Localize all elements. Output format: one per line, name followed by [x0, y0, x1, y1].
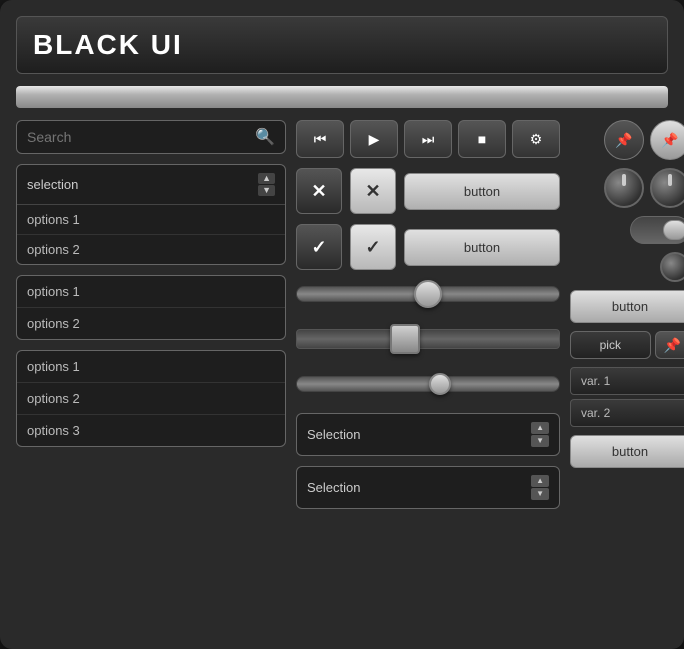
pick-pin-icon: 📌 — [664, 337, 681, 354]
slider-3[interactable] — [296, 376, 560, 392]
list-box-1: options 1 options 2 — [16, 275, 286, 340]
selection-1-text: Selection — [307, 427, 360, 442]
list-item[interactable]: options 1 — [17, 276, 285, 308]
left-column: 🔍 selection ▲ ▼ options 1 options 2 opti… — [16, 120, 286, 509]
slider-2-container — [296, 323, 560, 360]
toggle-row — [570, 216, 684, 244]
list-item[interactable]: options 1 — [17, 351, 285, 383]
search-container: 🔍 — [16, 120, 286, 154]
knob-1[interactable] — [604, 168, 644, 208]
main-content: 🔍 selection ▲ ▼ options 1 options 2 opti… — [16, 120, 668, 509]
search-input[interactable] — [27, 129, 249, 145]
middle-column: ⏮ ▶ ⏭ ■ ⚙ ✕ — [296, 120, 560, 509]
button-row-2: ✓ ✓ button — [296, 224, 560, 270]
sel-arrow-down-2[interactable]: ▼ — [531, 488, 549, 500]
title-bar: BLACK UI — [16, 16, 668, 74]
dropdown-selected: selection — [27, 177, 78, 192]
slider-1[interactable] — [296, 286, 560, 302]
x-light-icon: ✕ — [365, 181, 380, 202]
check-dark-button[interactable]: ✓ — [296, 224, 342, 270]
list-box-2: options 1 options 2 options 3 — [16, 350, 286, 447]
stop-icon: ■ — [478, 131, 486, 147]
sel-arrows-2: ▲ ▼ — [531, 475, 549, 500]
app-title: BLACK UI — [33, 29, 183, 60]
slider-1-container — [296, 280, 560, 313]
gear-icon: ⚙ — [530, 131, 543, 148]
rewind-button[interactable]: ⏮ — [296, 120, 344, 158]
var-item-1[interactable]: var. 1 — [570, 367, 684, 395]
action-button-2[interactable]: button — [404, 229, 560, 266]
list-item[interactable]: options 3 — [17, 415, 285, 446]
settings-button[interactable]: ⚙ — [512, 120, 560, 158]
sel-arrow-up-1[interactable]: ▲ — [531, 422, 549, 434]
pin-button-dark[interactable]: 📌 — [604, 120, 644, 160]
fastforward-icon: ⏭ — [422, 131, 435, 148]
list-item[interactable]: options 2 — [17, 383, 285, 415]
pin-row: 📌 📌 — [570, 120, 684, 160]
pin-light-icon: 📌 — [661, 132, 678, 149]
selection-dropdown-2[interactable]: Selection ▲ ▼ — [296, 466, 560, 509]
fastforward-button[interactable]: ⏭ — [404, 120, 452, 158]
small-knob-row — [570, 252, 684, 282]
toggle-1-knob — [663, 220, 684, 240]
list-item[interactable]: options 1 — [17, 205, 285, 235]
check-dark-icon: ✓ — [311, 237, 326, 258]
dropdown-arrow-down[interactable]: ▼ — [258, 185, 275, 196]
dropdown-arrows: ▲ ▼ — [258, 173, 275, 196]
check-light-button[interactable]: ✓ — [350, 224, 396, 270]
toggle-1[interactable] — [630, 216, 684, 244]
var-section: var. 1 var. 2 — [570, 367, 684, 427]
play-icon: ▶ — [369, 131, 380, 148]
check-light-icon: ✓ — [365, 237, 380, 258]
sel-arrow-up-2[interactable]: ▲ — [531, 475, 549, 487]
slider-2[interactable] — [296, 329, 560, 349]
pick-pin-button[interactable]: 📌 — [655, 331, 684, 359]
sel-arrows-1: ▲ ▼ — [531, 422, 549, 447]
search-icon: 🔍 — [255, 127, 275, 147]
selection-2-text: Selection — [307, 480, 360, 495]
separator-bar — [16, 86, 668, 108]
knob-2[interactable] — [650, 168, 684, 208]
dropdown-header[interactable]: selection ▲ ▼ — [17, 165, 285, 205]
media-controls: ⏮ ▶ ⏭ ■ ⚙ — [296, 120, 560, 158]
var-item-2[interactable]: var. 2 — [570, 399, 684, 427]
x-light-button[interactable]: ✕ — [350, 168, 396, 214]
rewind-icon: ⏮ — [314, 131, 327, 148]
dropdown-box: selection ▲ ▼ options 1 options 2 — [16, 164, 286, 265]
selection-dropdown-1[interactable]: Selection ▲ ▼ — [296, 413, 560, 456]
play-button[interactable]: ▶ — [350, 120, 398, 158]
pick-row: pick 📌 — [570, 331, 684, 359]
action-button-1[interactable]: button — [404, 173, 560, 210]
list-item[interactable]: options 2 — [17, 235, 285, 264]
small-knob[interactable] — [660, 252, 684, 282]
pin-dark-icon: 📌 — [615, 132, 632, 149]
pin-button-light[interactable]: 📌 — [650, 120, 684, 160]
list-item[interactable]: options 2 — [17, 308, 285, 339]
main-panel: BLACK UI 🔍 selection ▲ ▼ — [0, 0, 684, 649]
right-column: 📌 📌 button — [570, 120, 684, 509]
stop-button[interactable]: ■ — [458, 120, 506, 158]
x-dark-icon: ✕ — [311, 181, 326, 202]
right-button-1[interactable]: button — [570, 290, 684, 323]
right-button-2[interactable]: button — [570, 435, 684, 468]
knob-row — [570, 168, 684, 208]
sel-arrow-down-1[interactable]: ▼ — [531, 435, 549, 447]
pick-button[interactable]: pick — [570, 331, 651, 359]
search-button[interactable]: 🔍 — [255, 127, 275, 147]
dropdown-arrow-up[interactable]: ▲ — [258, 173, 275, 184]
x-dark-button[interactable]: ✕ — [296, 168, 342, 214]
button-row-1: ✕ ✕ button — [296, 168, 560, 214]
slider-3-container — [296, 370, 560, 403]
